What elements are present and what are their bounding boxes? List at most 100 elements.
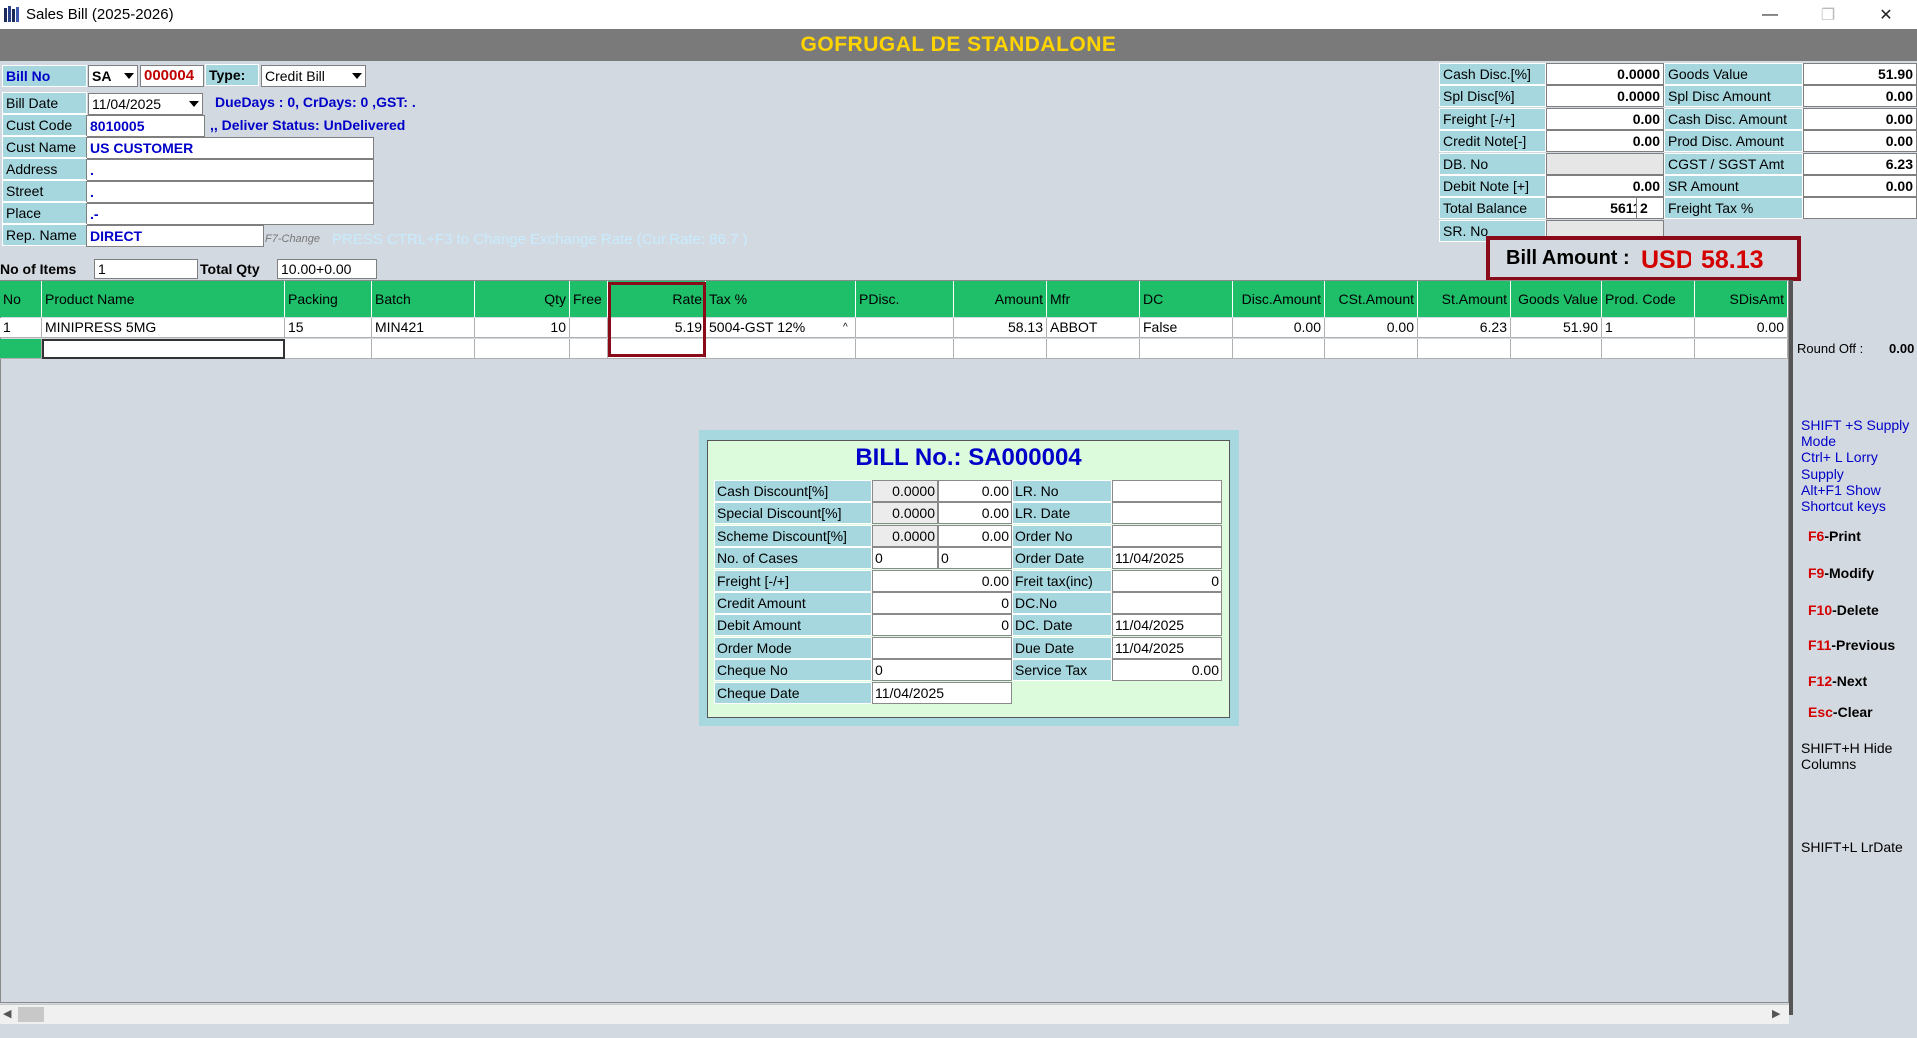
rep-name-field[interactable]: DIRECT <box>86 225 264 247</box>
close-button[interactable]: ✕ <box>1857 0 1915 29</box>
summary-extra-field[interactable]: 2 <box>1636 197 1664 220</box>
restore-button[interactable]: ❐ <box>1799 0 1857 29</box>
grid-cell[interactable]: 15 <box>285 318 372 338</box>
new-row-cell[interactable] <box>1418 339 1511 359</box>
grid-cell[interactable]: 6.23 <box>1418 318 1511 338</box>
column-header[interactable]: Tax % <box>706 281 856 317</box>
function-key-f6[interactable]: F6-Print <box>1808 528 1861 544</box>
column-header[interactable]: SDisAmt <box>1695 281 1788 317</box>
column-header[interactable]: CSt.Amount <box>1325 281 1418 317</box>
new-row-cell[interactable] <box>1140 339 1233 359</box>
new-row-cell[interactable] <box>475 339 570 359</box>
street-field[interactable]: . <box>86 181 374 203</box>
grid-cell[interactable]: 10 <box>475 318 570 338</box>
scroll-thumb[interactable] <box>18 1007 44 1022</box>
summary-value-field[interactable]: 0.00 <box>1546 107 1664 130</box>
grid-cell[interactable]: 51.90 <box>1511 318 1602 338</box>
popup-field[interactable]: 11/04/2025 <box>1112 547 1222 570</box>
popup-field[interactable]: 0.00 <box>1112 659 1222 682</box>
bill-number-field[interactable]: 000004 <box>140 65 204 87</box>
new-row-cell[interactable] <box>570 339 608 359</box>
column-header[interactable]: Disc.Amount <box>1233 281 1325 317</box>
summary-value-field[interactable]: 0.00 <box>1546 175 1664 197</box>
popup-field[interactable] <box>1112 502 1222 525</box>
column-header[interactable]: DC <box>1140 281 1233 317</box>
popup-field[interactable]: 0.0000 <box>872 502 938 525</box>
popup-field[interactable]: 0 <box>938 547 1012 570</box>
column-header[interactable]: Mfr <box>1047 281 1140 317</box>
popup-field[interactable] <box>1112 480 1222 502</box>
column-header[interactable]: Amount <box>954 281 1047 317</box>
column-header[interactable]: Packing <box>285 281 372 317</box>
popup-field[interactable]: 0.00 <box>938 502 1012 525</box>
new-row-cell[interactable] <box>372 339 475 359</box>
function-key-f12[interactable]: F12-Next <box>1808 673 1867 689</box>
column-header[interactable]: PDisc. <box>856 281 954 317</box>
popup-field[interactable]: 11/04/2025 <box>1112 636 1222 659</box>
popup-field[interactable]: 0 <box>872 614 1012 637</box>
grid-cell[interactable]: 1 <box>1602 318 1695 338</box>
grid-cell[interactable]: False <box>1140 318 1233 338</box>
new-row-cell[interactable] <box>285 339 372 359</box>
splitter[interactable] <box>1789 280 1793 1015</box>
column-header[interactable]: No <box>0 281 42 317</box>
new-row-cell[interactable] <box>1511 339 1602 359</box>
grid-cell[interactable]: MINIPRESS 5MG <box>42 318 285 338</box>
grid-cell[interactable] <box>570 318 608 338</box>
function-key-esc[interactable]: Esc-Clear <box>1808 704 1873 720</box>
grid-cell[interactable]: 1 <box>0 318 42 338</box>
function-key-f10[interactable]: F10-Delete <box>1808 602 1879 618</box>
popup-field[interactable]: 0.0000 <box>872 524 938 547</box>
popup-field[interactable]: 0 <box>872 547 938 570</box>
column-header[interactable]: Free <box>570 281 608 317</box>
popup-field[interactable] <box>872 636 1012 659</box>
grid-cell[interactable]: 58.13 <box>954 318 1047 338</box>
bill-type-select[interactable]: Credit Bill <box>261 65 366 87</box>
scroll-right-icon[interactable]: ▶ <box>1772 1007 1780 1020</box>
column-header[interactable]: Qty <box>475 281 570 317</box>
new-row-cell[interactable] <box>706 339 856 359</box>
address-field[interactable]: . <box>86 159 374 181</box>
grid-cell[interactable]: 0.00 <box>1695 318 1788 338</box>
new-row-cell[interactable] <box>954 339 1047 359</box>
summary-value-field[interactable] <box>1546 152 1664 175</box>
popup-field[interactable]: 0.00 <box>938 524 1012 547</box>
new-row-cell[interactable] <box>1233 339 1325 359</box>
cust-name-field[interactable]: US CUSTOMER <box>86 137 374 159</box>
horizontal-scrollbar[interactable]: ◀ ▶ <box>0 1004 1789 1024</box>
new-row-cell[interactable] <box>856 339 954 359</box>
popup-field[interactable]: 0 <box>872 592 1012 614</box>
cust-code-field[interactable]: 8010005 <box>86 115 205 137</box>
column-header[interactable]: Prod. Code <box>1602 281 1695 317</box>
new-row-cell[interactable] <box>42 339 285 359</box>
function-key-f11[interactable]: F11-Previous <box>1808 637 1895 653</box>
summary-value-field[interactable]: 0.0000 <box>1546 63 1664 85</box>
popup-field[interactable]: 0.0000 <box>872 480 938 502</box>
grid-cell[interactable]: 5004-GST 12% <box>706 318 856 338</box>
new-row-cell[interactable] <box>1602 339 1695 359</box>
summary-value-field[interactable]: 0.00 <box>1546 130 1664 153</box>
popup-field[interactable]: 11/04/2025 <box>872 681 1012 704</box>
new-row-cell[interactable] <box>0 339 42 359</box>
popup-field[interactable]: 0 <box>1112 569 1222 592</box>
popup-field[interactable] <box>1112 592 1222 614</box>
column-header[interactable]: Batch <box>372 281 475 317</box>
column-header[interactable]: Goods Value <box>1511 281 1602 317</box>
new-row-cell[interactable] <box>1047 339 1140 359</box>
summary-value-field[interactable]: 0.0000 <box>1546 85 1664 108</box>
new-row-cell[interactable] <box>1325 339 1418 359</box>
popup-field[interactable]: 0.00 <box>872 569 1012 592</box>
new-row-cell[interactable] <box>1695 339 1788 359</box>
popup-field[interactable]: 11/04/2025 <box>1112 614 1222 637</box>
tax-dropdown-icon[interactable]: ^ <box>843 322 848 333</box>
function-key-f9[interactable]: F9-Modify <box>1808 565 1874 581</box>
place-field[interactable]: .- <box>86 203 374 225</box>
minimize-button[interactable]: — <box>1741 0 1799 29</box>
popup-field[interactable]: 0.00 <box>938 480 1012 502</box>
column-header[interactable]: St.Amount <box>1418 281 1511 317</box>
bill-date-picker[interactable]: 11/04/2025 <box>88 93 203 115</box>
bill-prefix-select[interactable]: SA <box>88 65 138 87</box>
scroll-left-icon[interactable]: ◀ <box>3 1007 11 1020</box>
grid-cell[interactable]: MIN421 <box>372 318 475 338</box>
grid-cell[interactable]: ABBOT <box>1047 318 1140 338</box>
